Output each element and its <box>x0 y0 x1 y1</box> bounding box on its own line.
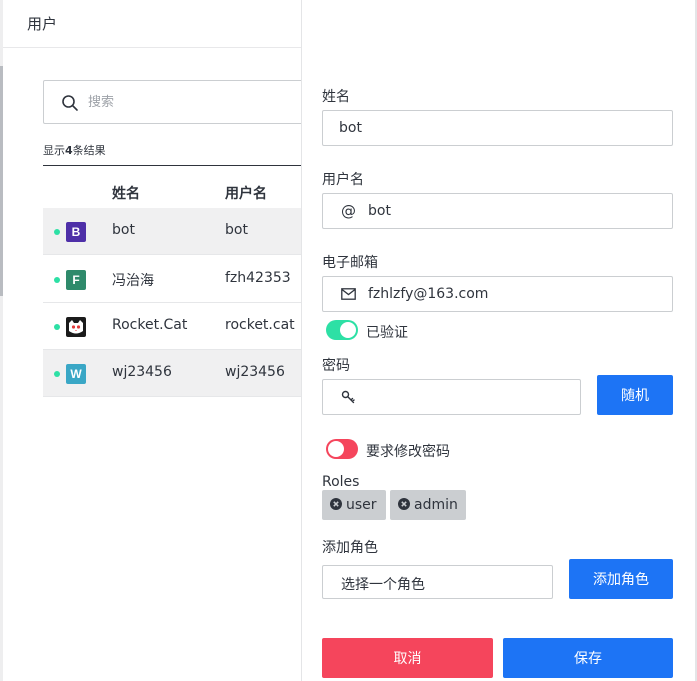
save-button[interactable]: 保存 <box>503 638 673 678</box>
key-icon <box>341 390 355 404</box>
name-label: 姓名 <box>322 89 350 105</box>
email-label: 电子邮箱 <box>322 255 378 271</box>
rocket-cat-icon <box>66 317 86 337</box>
role-select[interactable]: 选择一个角色 <box>322 565 553 599</box>
user-edit-form: 姓名 bot 用户名 @ bot 电子邮箱 fzhlzfy@163.com 已验… <box>302 0 697 681</box>
toggle-knob <box>340 322 356 338</box>
table-row[interactable]: B bot bot <box>43 208 302 255</box>
role-chip-label: admin <box>414 497 458 513</box>
add-role-button[interactable]: 添加角色 <box>569 559 673 599</box>
password-field[interactable] <box>322 379 581 415</box>
cell-username: fzh42353 <box>225 270 291 286</box>
cell-name: wj23456 <box>112 364 172 380</box>
username-value: bot <box>368 203 391 219</box>
name-field[interactable]: bot <box>322 110 673 146</box>
column-header-username[interactable]: 用户名 <box>225 183 267 203</box>
email-value: fzhlzfy@163.com <box>368 286 489 302</box>
cell-username: bot <box>225 222 248 238</box>
username-label: 用户名 <box>322 172 364 188</box>
verified-toggle[interactable] <box>326 320 358 340</box>
cell-name: 冯治海 <box>112 273 154 289</box>
online-status-dot <box>54 371 60 377</box>
page-header: 用户 <box>3 0 302 48</box>
require-password-change-toggle[interactable] <box>326 439 358 459</box>
role-chip-user[interactable]: user <box>322 490 386 520</box>
cancel-button[interactable]: 取消 <box>322 638 493 678</box>
cell-name: Rocket.Cat <box>112 317 188 333</box>
at-icon: @ <box>341 202 356 220</box>
scrollbar-thumb[interactable] <box>0 66 3 296</box>
result-count: 显示4条结果 <box>43 144 106 157</box>
table-row[interactable]: W wj23456 wj23456 <box>43 350 302 397</box>
verified-label: 已验证 <box>366 325 408 341</box>
toggle-knob <box>328 441 344 457</box>
roles-label: Roles <box>322 474 360 490</box>
online-status-dot <box>54 229 60 235</box>
require-password-change-label: 要求修改密码 <box>366 444 450 460</box>
random-password-button[interactable]: 随机 <box>597 375 673 415</box>
role-chip-label: user <box>346 497 377 513</box>
cell-name: bot <box>112 222 135 238</box>
remove-role-icon[interactable] <box>330 498 342 510</box>
online-status-dot <box>54 277 60 283</box>
mail-icon <box>341 288 356 300</box>
column-header-name[interactable]: 姓名 <box>112 183 140 203</box>
role-chip-admin[interactable]: admin <box>390 490 466 520</box>
online-status-dot <box>54 324 60 330</box>
remove-role-icon[interactable] <box>398 498 410 510</box>
table-header: 姓名 用户名 <box>43 166 302 208</box>
cell-username: rocket.cat <box>225 317 295 333</box>
search-input[interactable] <box>88 89 288 115</box>
avatar: B <box>66 222 86 242</box>
table-row[interactable]: Rocket.Cat rocket.cat <box>43 303 302 350</box>
sidebar-scrollbar[interactable] <box>0 0 3 681</box>
password-label: 密码 <box>322 358 350 374</box>
cell-username: wj23456 <box>225 364 285 380</box>
users-list-panel: 用户 显示4条结果 姓名 用户名 B bot bot F 冯治海 fzh4235… <box>0 0 302 681</box>
page-title: 用户 <box>27 15 58 33</box>
search-box[interactable] <box>43 80 302 124</box>
table-row[interactable]: F 冯治海 fzh42353 <box>43 256 302 303</box>
role-select-value: 选择一个角色 <box>341 577 425 593</box>
avatar: W <box>66 364 86 384</box>
avatar: F <box>66 270 86 290</box>
search-icon <box>62 95 78 111</box>
username-field[interactable]: @ bot <box>322 193 673 229</box>
name-value: bot <box>339 120 362 136</box>
add-role-label: 添加角色 <box>322 540 378 556</box>
email-field[interactable]: fzhlzfy@163.com <box>322 276 673 312</box>
